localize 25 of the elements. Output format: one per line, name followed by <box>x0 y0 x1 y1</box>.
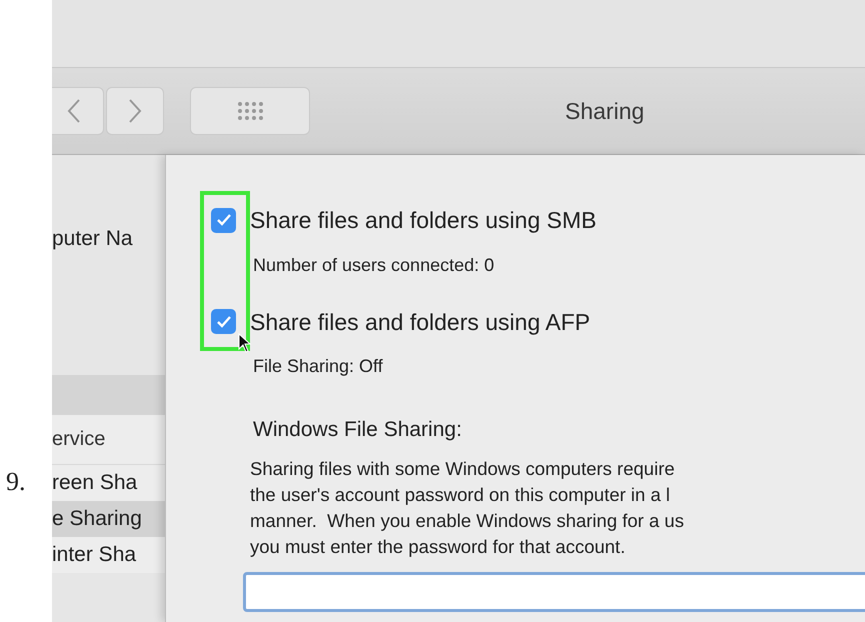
window-title: Sharing <box>565 96 644 126</box>
checkbox[interactable] <box>211 208 236 233</box>
description-line: Sharing files with some Windows computers require <box>250 456 675 481</box>
checkbox-label: Share files and folders using SMB <box>250 206 596 235</box>
section-heading: Windows File Sharing: <box>253 417 463 443</box>
checkbox[interactable] <box>211 309 236 334</box>
checkbox-label: Share files and folders using AFP <box>250 308 590 337</box>
step-number: 9. <box>6 467 26 496</box>
mouse-pointer-icon <box>238 333 252 353</box>
show-all-button[interactable] <box>190 87 310 135</box>
checkmark-icon <box>216 314 232 329</box>
back-button[interactable] <box>52 87 104 135</box>
chevron-left-icon <box>67 98 81 124</box>
grid-icon <box>237 101 263 121</box>
chevron-right-icon <box>128 98 142 124</box>
computer-name-label: puter Na <box>52 226 134 252</box>
description-line: the user's account password on this computer in a l <box>250 482 670 507</box>
status-text: File Sharing: Off <box>253 355 383 378</box>
service-list-item[interactable]: e Sharing <box>52 500 165 536</box>
forward-button[interactable] <box>106 87 164 135</box>
input-field[interactable] <box>243 572 865 612</box>
checkmark-icon <box>216 213 232 228</box>
description-line: you must enter the password for that account. <box>250 534 626 559</box>
description-line: manner. When you enable Windows sharing for a us <box>250 508 684 533</box>
status-text: Number of users connected: 0 <box>253 254 494 276</box>
